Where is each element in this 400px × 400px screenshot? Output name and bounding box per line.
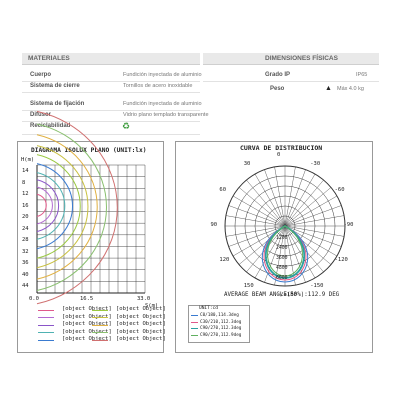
polar-radial-label: 6000 xyxy=(276,276,288,281)
polar-legend-swatch xyxy=(191,315,198,316)
polar-angle-label: 60 xyxy=(219,187,227,193)
polar-radial-label: 4800 xyxy=(276,266,288,271)
polar-legend-entry: C90/270,112.9deg xyxy=(200,332,242,338)
polar-legend-title: UNIT:cd xyxy=(199,306,218,311)
polar-angle-label: -120 xyxy=(334,257,348,263)
polar-angle-label: -60 xyxy=(334,187,345,193)
polar-legend-entry: C90/270,112.3deg xyxy=(200,326,242,331)
polar-legend-swatch xyxy=(191,334,198,336)
polar-angle-label: 0 xyxy=(277,152,281,158)
polar-angle-label: 120 xyxy=(219,257,230,263)
polar-angle-label: -90 xyxy=(343,222,354,228)
polar-legend-swatch xyxy=(191,321,198,323)
polar-radial-label: 1200 xyxy=(276,236,288,241)
polar-legend-entry: C0/180,114.3deg xyxy=(200,313,239,318)
polar-legend-swatch xyxy=(191,328,198,329)
polar-radial-label: 2400 xyxy=(276,246,288,251)
polar-angle-label: 90 xyxy=(210,222,218,228)
polar-legend-entry: C30/210,112.3deg xyxy=(200,319,242,325)
polar-angle-label: -30 xyxy=(310,161,321,168)
polar-radial-label: 3600 xyxy=(276,256,288,261)
polar-angle-label: -150 xyxy=(310,282,324,289)
polar-angle-label: 150 xyxy=(243,282,254,289)
beam-angle-text: AVERAGE BEAM ANGLE(50%):112.9 DEG xyxy=(224,292,340,298)
polar-angle-label: 30 xyxy=(243,161,251,168)
